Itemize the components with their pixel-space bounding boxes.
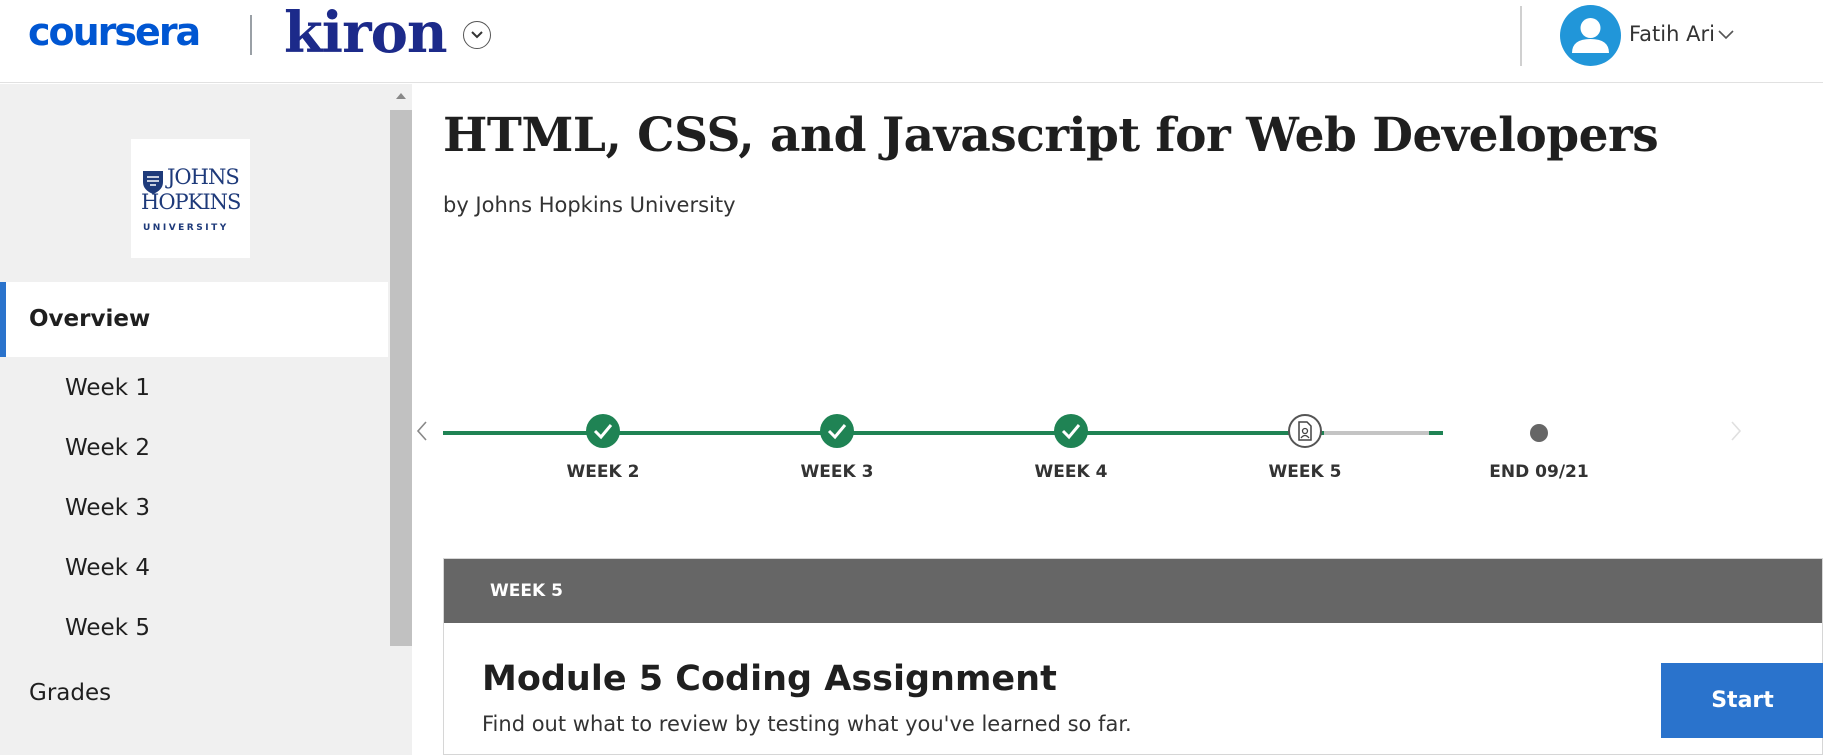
milestone-week-4-check-icon xyxy=(1054,414,1088,448)
sidebar-item-overview[interactable]: Overview xyxy=(0,282,388,357)
milestone-label: WEEK 5 xyxy=(1268,462,1342,482)
user-avatar-icon[interactable] xyxy=(1560,5,1621,66)
course-provider: by Johns Hopkins University xyxy=(443,193,736,217)
active-indicator xyxy=(0,282,6,357)
milestone-week-2-check-icon xyxy=(586,414,620,448)
university-logo: JOHNS HOPKINS UNIVERSITY xyxy=(131,139,250,258)
page-title: HTML, CSS, and Javascript for Web Develo… xyxy=(443,108,1659,163)
module-week-label: WEEK 5 xyxy=(490,581,563,601)
logo-divider xyxy=(250,15,252,55)
brand-dropdown-chevron-icon[interactable] xyxy=(463,21,491,49)
milestone-end-dot xyxy=(1530,424,1548,442)
progress-timeline: WEEK 2 WEEK 3 WEEK 4 WEEK 5 END 09/21 xyxy=(400,400,1823,500)
timeline-prev-arrow-icon[interactable] xyxy=(416,420,428,442)
user-name[interactable]: Fatih Ari xyxy=(1629,22,1715,46)
module-card: WEEK 5 Module 5 Coding Assignment Find o… xyxy=(443,558,1823,755)
top-header: coursera kiron Fatih Ari xyxy=(0,0,1823,83)
timeline-pending-line xyxy=(1324,431,1429,435)
sidebar-item-week-5[interactable]: Week 5 xyxy=(65,615,150,641)
sidebar-item-week-2[interactable]: Week 2 xyxy=(65,435,150,461)
user-menu-chevron-icon[interactable] xyxy=(1718,30,1734,40)
milestone-label: WEEK 2 xyxy=(566,462,640,482)
milestone-label: WEEK 4 xyxy=(1034,462,1108,482)
sidebar-item-week-1[interactable]: Week 1 xyxy=(65,375,150,401)
sidebar-item-label: Overview xyxy=(29,306,151,332)
module-card-header: WEEK 5 xyxy=(444,559,1822,623)
kiron-logo[interactable]: kiron xyxy=(284,0,448,66)
milestone-week-3-check-icon xyxy=(820,414,854,448)
sidebar-item-week-3[interactable]: Week 3 xyxy=(65,495,150,521)
timeline-next-arrow-icon[interactable] xyxy=(1730,420,1742,442)
sidebar-item-grades[interactable]: Grades xyxy=(29,680,111,706)
scroll-up-arrow-icon[interactable] xyxy=(395,92,407,100)
module-title[interactable]: Module 5 Coding Assignment xyxy=(482,659,1057,699)
sidebar-item-week-4[interactable]: Week 4 xyxy=(65,555,150,581)
module-description: Find out what to review by testing what … xyxy=(482,712,1132,736)
start-button[interactable]: Start xyxy=(1661,663,1823,738)
coursera-logo[interactable]: coursera xyxy=(28,10,201,54)
header-divider xyxy=(1520,6,1522,66)
sidebar: JOHNS HOPKINS UNIVERSITY Overview Week 1… xyxy=(0,84,390,755)
milestone-label: WEEK 3 xyxy=(800,462,874,482)
scrollbar-thumb[interactable] xyxy=(390,110,412,646)
milestone-label: END 09/21 xyxy=(1489,462,1589,482)
milestone-week-5-assignment-icon xyxy=(1288,414,1322,448)
